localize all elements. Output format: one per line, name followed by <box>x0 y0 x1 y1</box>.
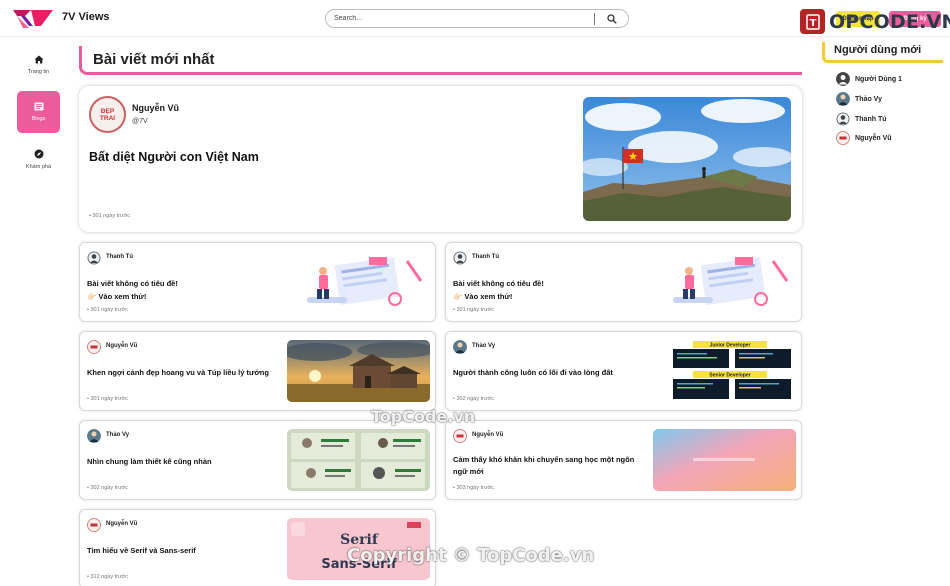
post-time: • 301 ngày trước <box>89 213 131 219</box>
post-title[interactable]: Bất diệt Người con Việt Nam <box>89 150 259 164</box>
post-card[interactable]: Nguyễn Vũ Khen ngợi cảnh đẹp hoang vu và… <box>79 331 436 411</box>
avatar <box>836 112 850 126</box>
post-subtitle: 👉🏻 Vào xem thử! <box>453 292 513 301</box>
post-time: • 302 ngày trước <box>453 396 495 402</box>
post-title[interactable]: Cảm thấy khó khăn khi chuyển sang học mộ… <box>453 454 648 478</box>
post-author[interactable]: Thảo Vy <box>106 432 129 438</box>
brand-name[interactable]: 7V Views <box>62 11 110 23</box>
sidebar-title: Người dùng mới <box>834 44 922 56</box>
avatar-text: ĐẸP <box>100 107 115 115</box>
sidebar-user-name: Thảo Vy <box>855 95 882 103</box>
post-thumbnail[interactable]: Junior Developer Senior Developer <box>653 340 796 402</box>
avatar <box>836 92 850 106</box>
search-input[interactable] <box>334 12 589 25</box>
avatar[interactable] <box>453 251 467 265</box>
post-author[interactable]: Thanh Tú <box>106 254 133 260</box>
nav-item-label: Trang tin <box>27 69 50 75</box>
sidebar-user[interactable]: Thảo Vy <box>836 92 882 106</box>
post-title[interactable]: Khen ngợi cảnh đẹp hoang vu và Túp liều … <box>87 367 282 379</box>
post-author[interactable]: Nguyễn Vũ <box>472 432 503 438</box>
post-time: • 301 ngày trước <box>453 307 495 313</box>
logo-icon[interactable] <box>11 6 55 30</box>
watermark-icon: T <box>800 9 825 34</box>
post-author[interactable]: Nguyễn Vũ <box>106 521 137 527</box>
sidebar-user-name: Người Dùng 1 <box>855 75 902 83</box>
search-button[interactable] <box>602 11 622 26</box>
search-bar <box>325 9 629 28</box>
post-thumbnail[interactable] <box>653 251 796 313</box>
post-title[interactable]: Bài viết không có tiêu đề! <box>453 278 648 290</box>
post-author[interactable]: Nguyễn Vũ <box>106 343 137 349</box>
avatar-text: TRAI <box>99 114 116 122</box>
page-title: Bài viết mới nhất <box>93 51 215 68</box>
avatar[interactable] <box>87 251 101 265</box>
home-icon <box>34 55 43 64</box>
avatar <box>836 131 850 145</box>
watermark-logo: T OPCODE.VN <box>800 9 950 34</box>
avatar[interactable]: ĐẸP TRAI <box>89 96 126 133</box>
post-title[interactable]: Bài viết không có tiêu đề! <box>87 278 282 290</box>
post-card[interactable]: Thanh Tú Bài viết không có tiêu đề! 👉🏻 V… <box>445 242 802 322</box>
post-author[interactable]: Thanh Tú <box>472 254 499 260</box>
svg-text:Junior Developer: Junior Developer <box>710 343 751 349</box>
left-nav: Trang tin Blogs Khám phá <box>0 38 76 586</box>
post-subtitle: 👉🏻 Vào xem thử! <box>87 292 147 301</box>
watermark-text: OPCODE.VN <box>829 10 950 33</box>
post-time: • 312 ngày trước <box>87 574 129 580</box>
nav-item-label: Blogs <box>31 116 46 122</box>
avatar <box>836 72 850 86</box>
post-handle: @7V <box>132 118 148 125</box>
post-thumbnail[interactable] <box>583 97 791 221</box>
post-card[interactable]: Thảo Vy Nhìn chung làm thiết kế cũng nhà… <box>79 420 436 500</box>
nav-item-explore[interactable]: Khám phá <box>17 138 60 180</box>
svg-text:Senior Developer: Senior Developer <box>709 373 750 379</box>
post-author[interactable]: Nguyễn Vũ <box>132 103 179 113</box>
svg-text:T: T <box>809 18 816 29</box>
post-title[interactable]: Nhìn chung làm thiết kế cũng nhàn <box>87 456 282 468</box>
featured-post[interactable]: ĐẸP TRAI Nguyễn Vũ @7V Bất diệt Người co… <box>79 86 802 232</box>
sidebar-user-name: Thanh Tú <box>855 115 887 123</box>
blog-icon <box>34 102 43 111</box>
post-card[interactable]: Thảo Vy Người thành công luôn có lối đi … <box>445 331 802 411</box>
avatar[interactable] <box>453 340 467 354</box>
sidebar-user-name: Nguyễn Vũ <box>855 134 892 142</box>
sidebar-user[interactable]: Người Dùng 1 <box>836 72 902 86</box>
post-thumbnail[interactable] <box>287 251 430 313</box>
post-card[interactable]: Nguyễn Vũ Cảm thấy khó khăn khi chuyển s… <box>445 420 802 500</box>
avatar[interactable] <box>87 518 101 532</box>
compass-icon <box>34 149 43 158</box>
post-time: • 301 ngày trước <box>87 307 129 313</box>
nav-item-blogs[interactable]: Blogs <box>17 91 60 133</box>
post-card[interactable]: Thanh Tú Bài viết không có tiêu đề! 👉🏻 V… <box>79 242 436 322</box>
post-time: • 301 ngày trước <box>87 396 129 402</box>
post-time: • 303 ngày trước <box>453 485 495 491</box>
search-icon <box>607 13 617 24</box>
post-thumbnail[interactable] <box>653 429 796 491</box>
search-divider <box>594 13 595 25</box>
watermark-text: TopCode.vn <box>371 407 476 426</box>
sidebar-user[interactable]: Nguyễn Vũ <box>836 131 892 145</box>
post-title[interactable]: Người thành công luôn có lối đi vào lòng… <box>453 367 648 379</box>
avatar[interactable] <box>87 340 101 354</box>
sidebar-user[interactable]: Thanh Tú <box>836 112 887 126</box>
post-title[interactable]: Tìm hiểu về Serif và Sans-serif <box>87 545 282 557</box>
post-time: • 302 ngày trước <box>87 485 129 491</box>
nav-item-news[interactable]: Trang tin <box>17 44 60 86</box>
watermark-copyright: Copyright © TopCode.vn <box>347 545 595 566</box>
post-thumbnail[interactable] <box>287 340 430 402</box>
nav-item-label: Khám phá <box>25 163 52 170</box>
avatar[interactable] <box>453 429 467 443</box>
post-thumbnail[interactable] <box>287 429 430 491</box>
post-author[interactable]: Thảo Vy <box>472 343 495 349</box>
avatar[interactable] <box>87 429 101 443</box>
